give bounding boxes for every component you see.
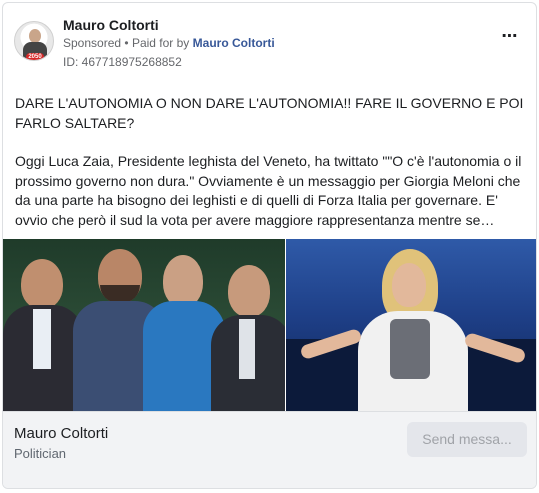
ad-card: 2050 Mauro Coltorti Sponsored • Paid for…	[2, 2, 537, 489]
footer-page-name[interactable]: Mauro Coltorti	[14, 425, 108, 442]
ad-footer: Mauro Coltorti Politician Send messa...	[3, 411, 536, 488]
post-body: Oggi Luca Zaia, Presidente leghista del …	[15, 153, 522, 228]
page-name-link[interactable]: Mauro Coltorti	[63, 17, 159, 33]
more-horizontal-icon: ⋯	[501, 28, 519, 45]
speaker-photo	[286, 239, 536, 411]
group-photo	[3, 239, 285, 411]
post-text: DARE L'AUTONOMIA O NON DARE L'AUTONOMIA!…	[15, 94, 529, 230]
post-header: 2050 Mauro Coltorti Sponsored • Paid for…	[3, 3, 536, 75]
post-image[interactable]	[3, 239, 536, 411]
paid-for-prefix: Paid for by	[131, 36, 190, 50]
more-options-button[interactable]: ⋯	[500, 28, 520, 47]
paid-for-name-link[interactable]: Mauro Coltorti	[193, 36, 275, 50]
post-headline: DARE L'AUTONOMIA O NON DARE L'AUTONOMIA!…	[15, 95, 524, 131]
avatar-head	[29, 29, 41, 43]
sponsored-label: Sponsored	[63, 36, 122, 50]
send-message-button[interactable]: Send messa...	[407, 422, 527, 457]
avatar-badge: 2050	[26, 53, 44, 60]
avatar[interactable]: 2050	[14, 21, 54, 61]
meta-separator: •	[124, 36, 129, 50]
sponsored-line: Sponsored • Paid for by Mauro Coltorti	[63, 36, 275, 50]
footer-category: Politician	[14, 446, 67, 461]
ad-id: ID: 467718975268852	[63, 55, 182, 69]
